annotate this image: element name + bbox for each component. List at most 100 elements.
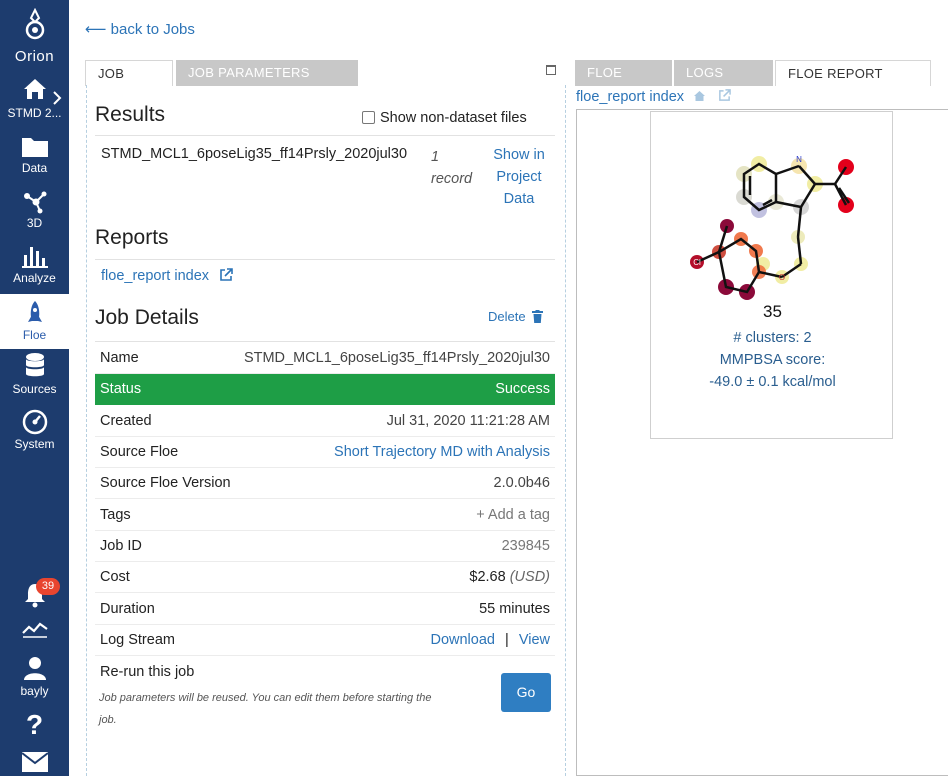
detail-row-cost: Cost $2.68 (USD) bbox=[95, 562, 555, 593]
trash-icon bbox=[532, 310, 544, 323]
dataset-name: STMD_MCL1_6poseLig35_ff14Prsly_2020jul30 bbox=[101, 146, 408, 162]
home-icon bbox=[23, 79, 46, 99]
reports-heading: Reports bbox=[95, 226, 169, 249]
envelope-icon bbox=[20, 752, 49, 772]
show-nondataset-toggle[interactable]: Show non-dataset files bbox=[362, 110, 527, 126]
detail-value: Jul 31, 2020 11:21:28 AM bbox=[386, 413, 550, 429]
database-icon bbox=[25, 353, 44, 377]
source-floe-link[interactable]: Short Trajectory MD with Analysis bbox=[334, 444, 550, 460]
orion-logo[interactable]: Orion bbox=[0, 8, 69, 68]
log-view-link[interactable]: View bbox=[519, 632, 550, 648]
external-link-icon bbox=[220, 268, 233, 281]
mmpbsa-score-value: -49.0 ± 0.1 kcal/mol bbox=[709, 374, 836, 390]
tab-floe[interactable]: FLOE bbox=[575, 60, 672, 86]
detail-row-log-stream: Log Stream Download | View bbox=[95, 625, 555, 656]
sidebar-item-floe[interactable]: Floe bbox=[0, 294, 69, 349]
show-in-line2: Project bbox=[496, 169, 542, 185]
detail-key: Created bbox=[100, 413, 152, 429]
detail-key: Tags bbox=[100, 507, 131, 523]
sidebar-item-data-label: Data bbox=[21, 161, 48, 175]
detail-value: 55 minutes bbox=[479, 601, 550, 617]
record-count-unit: record bbox=[431, 171, 473, 187]
add-tag-button[interactable]: + Add a tag bbox=[476, 507, 550, 523]
gauge-icon bbox=[22, 409, 47, 435]
cost-value: $2.68 bbox=[469, 569, 506, 585]
show-nondataset-label: Show non-dataset files bbox=[380, 110, 527, 126]
tab-floe-report[interactable]: FLOE REPORT bbox=[775, 60, 931, 86]
tab-job-parameters[interactable]: JOB PARAMETERS bbox=[176, 60, 358, 86]
user-avatar-icon bbox=[23, 657, 46, 680]
cost-unit: (USD) bbox=[509, 569, 550, 585]
show-nondataset-checkbox[interactable] bbox=[362, 111, 375, 124]
sidebar: Orion STMD 2... Data 3D Analyze Floe Sou… bbox=[0, 0, 69, 776]
bar-chart-icon bbox=[21, 247, 48, 268]
rerun-label: Re-run this job bbox=[100, 664, 195, 680]
atom-label-n: N bbox=[796, 155, 802, 164]
detail-value: STMD_MCL1_6poseLig35_ff14Prsly_2020jul30 bbox=[243, 350, 550, 366]
sidebar-item-data[interactable]: Data bbox=[0, 133, 69, 189]
cost-value-group: $2.68 (USD) bbox=[469, 569, 550, 585]
detail-value: 2.0.0b46 bbox=[493, 475, 550, 491]
record-count-number: 1 bbox=[431, 149, 440, 165]
sidebar-item-floe-label: Floe bbox=[22, 328, 47, 342]
detail-key: Source Floe bbox=[100, 444, 179, 460]
floe-report-breadcrumb-link[interactable]: floe_report index bbox=[576, 89, 684, 105]
activity-button[interactable] bbox=[0, 620, 69, 644]
rerun-note-line2: job. bbox=[99, 714, 117, 726]
atom-label-o: O bbox=[779, 273, 785, 282]
ligand-report-card[interactable]: N Cl O 35 # clusters: 2 MMPBSA score: -4… bbox=[650, 111, 893, 439]
sidebar-item-analyze-label: Analyze bbox=[13, 271, 56, 285]
detail-row-created: Created Jul 31, 2020 11:21:28 AM bbox=[95, 406, 555, 437]
status-value: Success bbox=[495, 381, 550, 397]
detail-row-source-floe: Source Floe Short Trajectory MD with Ana… bbox=[95, 437, 555, 468]
home-small-icon[interactable] bbox=[693, 90, 706, 102]
reports-divider bbox=[95, 259, 555, 260]
go-button[interactable]: Go bbox=[501, 673, 551, 712]
ligand-structure-image: N Cl O bbox=[690, 155, 854, 300]
detail-key: Source Floe Version bbox=[100, 475, 231, 491]
delete-job-button[interactable]: Delete bbox=[488, 309, 544, 324]
floe-report-link[interactable]: floe_report index bbox=[101, 268, 233, 284]
sidebar-item-system[interactable]: System bbox=[0, 408, 69, 464]
chevron-right-icon bbox=[53, 91, 62, 105]
detail-key: Cost bbox=[100, 569, 130, 585]
delete-job-label: Delete bbox=[488, 309, 526, 324]
floe-report-link-label: floe_report index bbox=[101, 268, 210, 284]
sidebar-item-3d[interactable]: 3D bbox=[0, 188, 69, 244]
help-icon: ? bbox=[25, 709, 44, 740]
sidebar-item-analyze[interactable]: Analyze bbox=[0, 243, 69, 299]
sidebar-item-project[interactable]: STMD 2... bbox=[0, 76, 69, 132]
sidebar-item-sources-label: Sources bbox=[12, 382, 57, 396]
detail-key: Job ID bbox=[100, 538, 142, 554]
back-to-jobs-link[interactable]: ⟵ back to Jobs bbox=[85, 20, 195, 38]
floe-report-breadcrumb: floe_report index bbox=[576, 89, 731, 105]
rerun-note-line1: Job parameters will be reused. You can e… bbox=[99, 692, 432, 704]
show-in-line1: Show in bbox=[493, 147, 545, 163]
record-count: 1 record bbox=[431, 146, 472, 190]
show-in-project-data-link[interactable]: Show in Project Data bbox=[484, 144, 554, 210]
help-button[interactable]: ? bbox=[0, 708, 69, 742]
mmpbsa-score-label: MMPBSA score: bbox=[719, 352, 826, 368]
rerun-note: Job parameters will be reused. You can e… bbox=[99, 687, 497, 731]
log-link-separator: | bbox=[505, 632, 509, 648]
molecule-3d-icon bbox=[23, 191, 46, 214]
sidebar-item-system-label: System bbox=[14, 437, 55, 451]
job-details-heading: Job Details bbox=[95, 306, 199, 329]
detail-key: Duration bbox=[100, 601, 155, 617]
notification-count-badge: 39 bbox=[36, 578, 60, 595]
atom-label-cl: Cl bbox=[693, 258, 701, 267]
show-in-line3: Data bbox=[503, 191, 535, 207]
orion-logo-label: Orion bbox=[14, 48, 55, 65]
mail-button[interactable] bbox=[0, 750, 69, 776]
external-link-small-icon[interactable] bbox=[718, 89, 731, 102]
maximize-icon[interactable] bbox=[546, 65, 556, 75]
sidebar-item-project-label: STMD 2... bbox=[7, 106, 62, 120]
sidebar-item-sources[interactable]: Sources bbox=[0, 352, 69, 408]
detail-row-duration: Duration 55 minutes bbox=[95, 594, 555, 625]
log-download-link[interactable]: Download bbox=[430, 632, 495, 648]
cluster-count: # clusters: 2 bbox=[733, 330, 812, 346]
tab-logs[interactable]: LOGS bbox=[674, 60, 773, 86]
detail-key: Log Stream bbox=[100, 632, 175, 648]
tab-job[interactable]: JOB bbox=[85, 60, 173, 86]
user-menu[interactable]: bayly bbox=[0, 655, 69, 711]
